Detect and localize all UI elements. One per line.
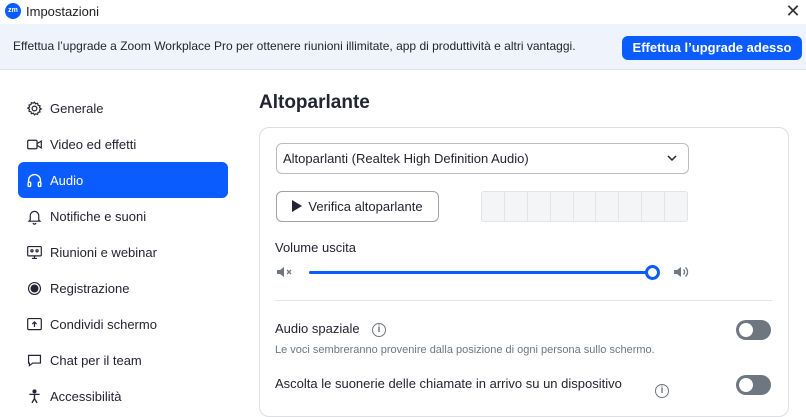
settings-sidebar: Generale Video ed effetti Audio Notifich…: [18, 90, 228, 414]
test-speaker-button[interactable]: Verifica altoparlante: [276, 191, 439, 222]
sidebar-item-label: Registrazione: [50, 280, 130, 296]
upgrade-button[interactable]: Effettua l’upgrade adesso: [622, 36, 802, 60]
meter-segment: [551, 192, 574, 221]
meter-segment: [642, 192, 666, 221]
meter-segment: [528, 192, 551, 221]
section-title: Altoparlante: [259, 92, 370, 113]
sidebar-item-chat[interactable]: Chat per il team: [18, 342, 228, 378]
sidebar-item-notifiche[interactable]: Notifiche e suoni: [18, 198, 228, 234]
accessibility-icon: [24, 386, 44, 406]
spatial-audio-toggle[interactable]: [736, 320, 771, 340]
speaker-mute-icon: [277, 267, 292, 277]
section-divider: [275, 300, 772, 301]
sidebar-item-label: Generale: [50, 100, 104, 116]
output-volume-label: Volume uscita: [275, 240, 356, 255]
sidebar-item-registrazione[interactable]: Registrazione: [18, 270, 228, 306]
meter-segment: [505, 192, 528, 221]
meter-segment: [574, 192, 597, 221]
output-level-meter: [481, 191, 688, 222]
sidebar-item-label: Notifiche e suoni: [50, 208, 147, 224]
volume-slider-track[interactable]: [309, 271, 653, 274]
sidebar-item-label: Condividi schermo: [50, 316, 157, 332]
sidebar-item-label: Audio: [50, 172, 84, 188]
info-icon[interactable]: i: [372, 323, 386, 337]
sidebar-item-label: Accessibilità: [50, 388, 122, 404]
spatial-audio-description: Le voci sembreranno provenire dalla posi…: [275, 344, 655, 356]
upgrade-banner-text: Effettua l’upgrade a Zoom Workplace Pro …: [13, 39, 576, 53]
incoming-ringtone-toggle[interactable]: [736, 375, 771, 395]
close-button[interactable]: ✕: [780, 0, 806, 24]
play-icon: [292, 200, 303, 212]
meter-segment: [596, 192, 620, 221]
sidebar-item-label: Video ed effetti: [50, 136, 137, 152]
info-icon[interactable]: i: [655, 384, 669, 398]
upgrade-banner: Effettua l’upgrade a Zoom Workplace Pro …: [0, 24, 806, 70]
speaker-volume-icon: [674, 267, 689, 277]
headphones-icon: [24, 170, 44, 190]
volume-slider-fill: [309, 271, 653, 274]
sidebar-item-label: Riunioni e webinar: [50, 244, 157, 260]
sidebar-item-riunioni[interactable]: Riunioni e webinar: [18, 234, 228, 270]
sidebar-item-condividi[interactable]: Condividi schermo: [18, 306, 228, 342]
sidebar-item-video[interactable]: Video ed effetti: [18, 126, 228, 162]
record-icon: [24, 278, 44, 298]
toggle-knob: [739, 323, 753, 337]
meeting-screen-icon: [24, 242, 44, 262]
chevron-down-icon: [666, 144, 678, 184]
bell-icon: [24, 206, 44, 226]
volume-slider-thumb[interactable]: [645, 265, 660, 280]
zoom-logo-icon: zm: [5, 3, 21, 19]
window-title: Impostazioni: [26, 4, 99, 19]
spatial-audio-title: Audio spaziale: [275, 321, 360, 336]
share-screen-icon: [24, 314, 44, 334]
chat-bubble-icon: [24, 350, 44, 370]
sidebar-item-label: Chat per il team: [50, 352, 142, 368]
meter-segment: [482, 192, 505, 221]
title-bar: zm Impostazioni ✕: [0, 0, 806, 24]
speaker-select-value: Altoparlanti (Realtek High Definition Au…: [283, 151, 529, 166]
meter-segment: [619, 192, 643, 221]
gear-icon: [24, 98, 44, 118]
incoming-ringtone-title: Ascolta le suonerie delle chiamate in ar…: [275, 376, 622, 391]
meter-segment: [665, 192, 687, 221]
speaker-select[interactable]: Altoparlanti (Realtek High Definition Au…: [276, 143, 689, 174]
sidebar-item-accessibilita[interactable]: Accessibilità: [18, 378, 228, 414]
toggle-knob: [739, 378, 753, 392]
video-camera-icon: [24, 134, 44, 154]
sidebar-item-audio[interactable]: Audio: [18, 162, 228, 198]
sidebar-item-generale[interactable]: Generale: [18, 90, 228, 126]
test-speaker-label: Verifica altoparlante: [308, 199, 423, 214]
